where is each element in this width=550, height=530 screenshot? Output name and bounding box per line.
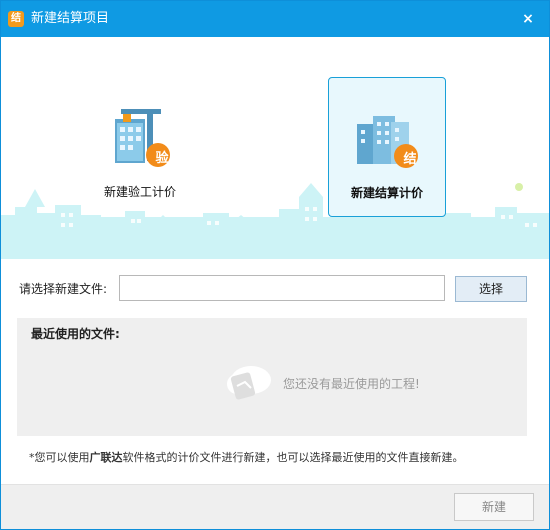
option-label: 新建结算计价 xyxy=(350,186,423,200)
hint-suffix: 软件格式的计价文件进行新建，也可以选择最近使用的文件直接新建。 xyxy=(122,451,464,464)
app-icon: 结 xyxy=(8,11,24,27)
usage-hint: *您可以使用广联达软件格式的计价文件进行新建，也可以选择最近使用的文件直接新建。 xyxy=(29,450,464,466)
option-new-inspection-valuation[interactable]: 验 新建验工计价 xyxy=(81,77,199,217)
file-picker-label: 请选择新建文件: xyxy=(19,282,108,296)
file-path-input[interactable] xyxy=(119,275,445,301)
recent-files-title: 最近使用的文件: xyxy=(31,327,120,341)
empty-recent-message: 您还没有最近使用的工程! xyxy=(283,377,420,391)
hint-prefix: *您可以使用 xyxy=(29,451,90,464)
option-badge: 结 xyxy=(403,152,417,167)
create-button[interactable]: 新建 xyxy=(454,493,534,521)
window-title: 新建结算项目 xyxy=(31,11,110,26)
dialog-window: 结 新建结算项目 × 验 新建验工计价 结 新建结算计价 请选择新建文件: 选择… xyxy=(0,0,550,530)
recent-files-panel: 最近使用的文件: 您还没有最近使用的工程! xyxy=(17,318,527,436)
hero-banner: 验 新建验工计价 结 新建结算计价 xyxy=(1,37,549,259)
hint-brand: 广联达 xyxy=(89,451,123,464)
close-button[interactable]: × xyxy=(521,11,535,27)
file-picker-row: 请选择新建文件: 选择 xyxy=(1,275,549,303)
option-label: 新建验工计价 xyxy=(103,185,176,199)
option-badge: 验 xyxy=(155,151,169,166)
dialog-footer: 新建 xyxy=(1,484,549,529)
title-bar: 结 新建结算项目 × xyxy=(1,1,549,37)
empty-project-icon xyxy=(227,366,271,400)
choose-file-button[interactable]: 选择 xyxy=(455,276,527,302)
option-new-settlement-valuation[interactable]: 结 新建结算计价 xyxy=(328,77,446,217)
